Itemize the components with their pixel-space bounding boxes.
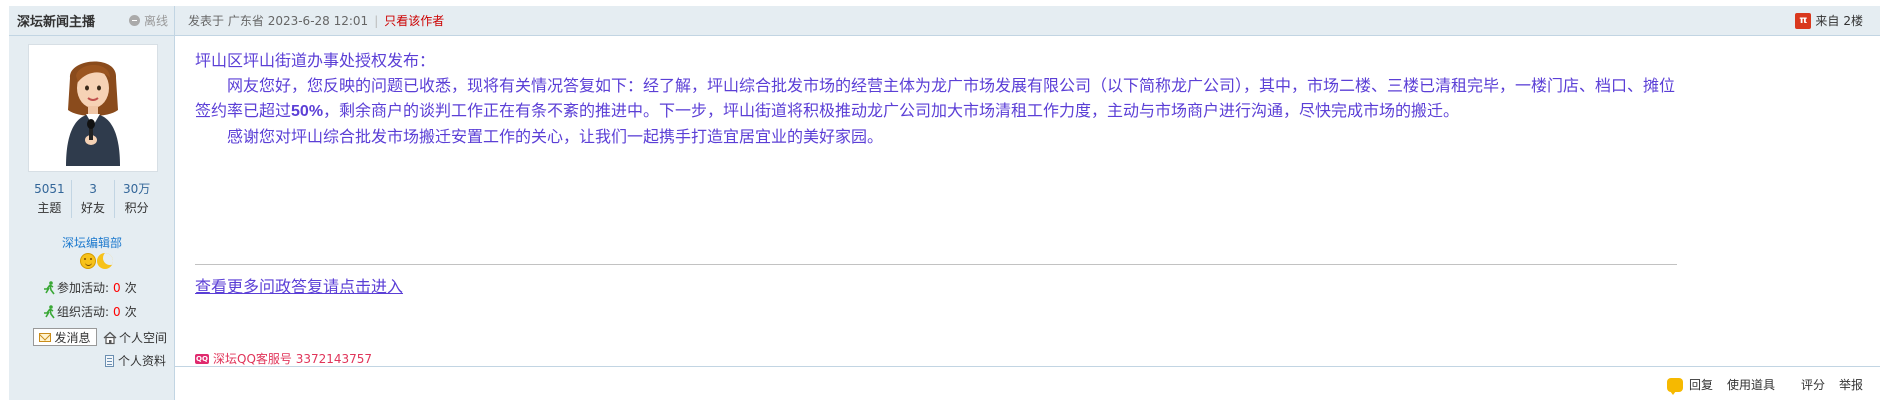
stat-value: 5051 (34, 182, 65, 196)
avatar[interactable] (28, 44, 158, 172)
offline-label: 离线 (143, 14, 168, 28)
profile-link[interactable]: 个人资料 (105, 352, 166, 369)
para1-highlight: 50% (291, 103, 324, 120)
author-header: 深坛新闻主播 离线 (9, 6, 174, 36)
offline-status: 离线 (128, 12, 168, 29)
report-button[interactable]: 举报 (1839, 376, 1863, 393)
activity-count: 0 (113, 280, 121, 295)
document-icon (105, 354, 114, 367)
post-container: 深坛新闻主播 离线 5051 主题 3 好友 30万 积分 深坛编辑部 参加活动… (0, 0, 1880, 402)
content-paragraph-2: 感谢您对坪山综合批发市场搬迁安置工作的关心，让我们一起携手打造宜居宜业的美好家园… (227, 127, 884, 146)
rate-button[interactable]: 评分 (1801, 376, 1825, 393)
stat-topics[interactable]: 5051 主题 (28, 180, 72, 218)
personal-space-label: 个人空间 (119, 331, 168, 345)
stat-value: 30万 (123, 182, 151, 196)
house-icon (103, 331, 117, 344)
qq-service-text[interactable]: 深坛QQ客服号 3372143757 (213, 350, 372, 367)
floor-indicator: π 来自 2楼 (1795, 12, 1863, 29)
profile-label: 个人资料 (118, 354, 167, 368)
stat-label: 积分 (124, 201, 149, 215)
post-column: 发表于 广东省 2023-6-28 12:01 | 只看该作者 π 来自 2楼 … (175, 6, 1880, 400)
activity-unit: 次 (124, 305, 137, 319)
post-datetime: 2023-6-28 12:01 (267, 13, 369, 28)
author-group[interactable]: 深坛编辑部 (9, 234, 175, 251)
post-meta-bar: 发表于 广东省 2023-6-28 12:01 | 只看该作者 (175, 6, 1880, 36)
use-tools-button[interactable]: 使用道具 (1727, 376, 1775, 393)
stat-label: 好友 (81, 201, 106, 215)
reply-label: 回复 (1688, 378, 1713, 392)
source-label: 来自 (1815, 14, 1840, 28)
reply-button[interactable]: 回复 (1666, 376, 1713, 395)
content-heading: 坪山区坪山街道办事处授权发布： (195, 51, 436, 70)
activity-count: 0 (113, 304, 121, 319)
mobile-source-icon: π (1795, 12, 1812, 29)
post-footer-divider (175, 366, 1880, 367)
posted-prefix: 发表于 (188, 14, 225, 28)
stat-points[interactable]: 30万 积分 (115, 180, 158, 218)
qq-icon: QQ (195, 353, 209, 364)
speech-bubble-icon (1666, 377, 1683, 395)
runner-icon (44, 280, 55, 294)
only-author-link[interactable]: 只看该作者 (384, 12, 444, 29)
floor-number[interactable]: 2楼 (1843, 12, 1863, 29)
offline-icon (128, 15, 140, 26)
meta-separator: | (374, 13, 379, 28)
activity-organized: 组织活动: 0 次 (43, 303, 137, 320)
post-location: 广东省 (227, 14, 264, 28)
post-actions: 回复 使用道具 评分 举报 (1666, 376, 1863, 395)
smile-sun-icon (80, 253, 96, 269)
stat-friends[interactable]: 3 好友 (72, 180, 116, 218)
activity-joined: 参加活动: 0 次 (43, 279, 137, 296)
author-stats: 5051 主题 3 好友 30万 积分 (28, 180, 158, 218)
activity-label: 组织活动: (57, 305, 110, 319)
author-name[interactable]: 深坛新闻主播 (17, 11, 95, 30)
activity-unit: 次 (124, 281, 137, 295)
send-message-label: 发消息 (54, 330, 91, 345)
content-divider (195, 264, 1677, 265)
more-replies-link[interactable]: 查看更多问政答复请点击进入 (195, 274, 403, 299)
runner-icon (44, 304, 55, 318)
post-content: 坪山区坪山街道办事处授权发布： 网友您好，您反映的问题已收悉，现将有关情况答复如… (195, 48, 1675, 149)
content-paragraph-1: 网友您好，您反映的问题已收悉，现将有关情况答复如下：经了解，坪山综合批发市场的经… (195, 73, 1675, 124)
avatar-image (66, 61, 120, 166)
moon-icon (97, 253, 113, 269)
stat-label: 主题 (37, 201, 62, 215)
medal-badges (80, 253, 113, 269)
personal-space-link[interactable]: 个人空间 (103, 329, 167, 346)
para1-text-b: ，剩余商户的谈判工作正在有条不紊的推进中。下一步，坪山街道将积极推动龙广公司加大… (323, 101, 1460, 120)
send-message-button[interactable]: 发消息 (33, 328, 97, 346)
activity-label: 参加活动: (57, 281, 110, 295)
qq-service: QQ 深坛QQ客服号 3372143757 (195, 350, 372, 367)
author-column: 深坛新闻主播 离线 5051 主题 3 好友 30万 积分 深坛编辑部 参加活动… (9, 6, 175, 400)
mail-icon (39, 332, 52, 342)
stat-value: 3 (89, 182, 97, 196)
